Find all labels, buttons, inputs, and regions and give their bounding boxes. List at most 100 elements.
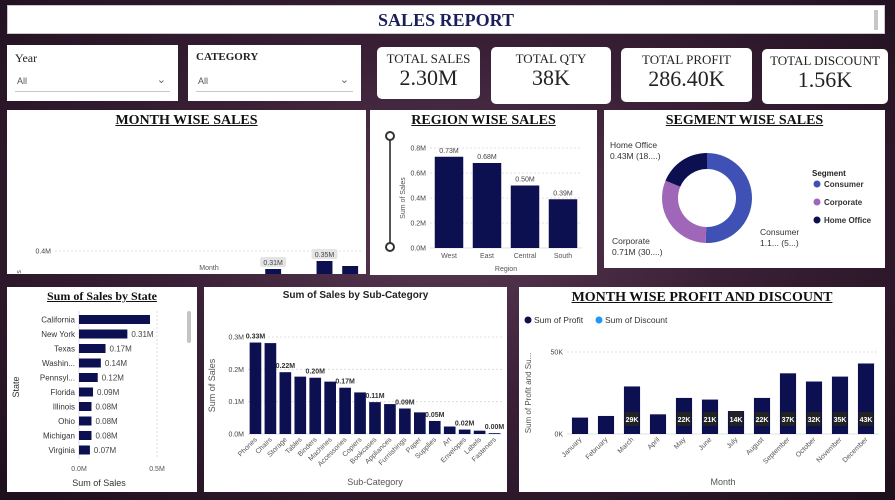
data-label: 0.08M <box>95 417 118 426</box>
y-tick-label: Pennsyl... <box>40 374 75 383</box>
data-label: 0.07M <box>94 446 117 455</box>
slice-label: Corporate <box>612 236 650 246</box>
data-label: 0.00M <box>485 424 505 431</box>
y-tick-label: 0.6M <box>410 171 426 178</box>
bar <box>79 329 128 339</box>
data-label: 0.14M <box>105 359 128 368</box>
data-label: 35K <box>834 417 847 424</box>
x-axis-label: Sum of Sales <box>72 478 126 488</box>
bar <box>316 261 333 274</box>
x-tick-label: August <box>745 436 765 456</box>
x-tick-label: June <box>698 436 714 452</box>
bar <box>369 402 381 434</box>
chevron-down-icon[interactable]: ⌄ <box>340 73 349 86</box>
data-label: 0.39M <box>553 190 573 197</box>
bar <box>79 387 94 397</box>
year-dropdown[interactable]: All ⌄ <box>15 71 170 92</box>
y-axis-label: Sum of Sales <box>400 177 407 219</box>
report-title-bar: SALES REPORT <box>7 5 885 34</box>
x-tick-label: November <box>816 436 844 464</box>
y-axis-label: Sum of Sales <box>207 358 217 412</box>
chevron-down-icon[interactable]: ⌄ <box>157 73 166 86</box>
data-label: 29K <box>626 417 639 424</box>
slice-label: Consumer <box>760 227 799 237</box>
x-tick-label: Central <box>514 253 537 260</box>
data-label: 0.17M <box>335 379 355 386</box>
data-label: 14K <box>730 417 743 424</box>
legend-item: Consumer <box>824 180 864 189</box>
y-tick-label: California <box>41 316 75 325</box>
x-tick-label: February <box>585 436 610 461</box>
segment-sales-card: SEGMENT WISE SALES Consumer 1.1... (5...)… <box>604 110 885 268</box>
kpi-value: 2.30M <box>399 65 458 90</box>
x-tick-label: March <box>617 436 636 455</box>
y-axis-label: Sum of Sales <box>16 270 23 274</box>
y-tick-label: Texas <box>54 345 75 354</box>
bar <box>473 430 486 434</box>
bar <box>79 315 150 324</box>
state-sales-card: Sum of Sales by State California New York… <box>7 287 197 492</box>
x-tick-label: December <box>842 436 870 464</box>
kpi-total-discount: TOTAL DISCOUNT 1.56K <box>762 49 888 104</box>
bar <box>354 392 366 434</box>
data-label: 22K <box>756 417 769 424</box>
data-label: 0.50M <box>515 177 535 184</box>
y-tick-label: 0.2M <box>228 367 244 374</box>
x-tick-label: South <box>554 253 572 260</box>
data-label: 0.31M <box>263 260 283 267</box>
legend-marker <box>595 316 603 324</box>
y-tick-label: Illinois <box>53 403 75 412</box>
y-tick-label: Ohio <box>58 417 75 426</box>
profit-discount-chart: 0K 50K January February 29K March April 22K May 2… <box>524 315 879 487</box>
donut-slice <box>662 180 707 243</box>
x-axis-label: Month <box>710 477 735 487</box>
y-tick-label: 0.2M <box>410 221 426 228</box>
slider-handle-bottom <box>385 242 395 252</box>
legend-marker <box>524 316 532 324</box>
region-sales-card: REGION WISE SALES 0.0M 0.2M 0.4M 0.6M 0.8M 0.… <box>370 110 597 275</box>
legend-item: Sum of Discount <box>605 315 668 325</box>
y-tick-label: 0.0M <box>228 432 244 439</box>
category-dropdown-value: All <box>198 76 209 86</box>
data-label: 0.09M <box>395 400 415 407</box>
bar <box>399 408 411 434</box>
x-axis-label: Month <box>199 265 219 272</box>
data-label: 0.08M <box>95 403 118 412</box>
bar <box>79 358 101 368</box>
slice-label: Home Office <box>610 140 657 150</box>
bar <box>79 431 92 440</box>
bar <box>339 387 351 434</box>
bar <box>472 163 502 248</box>
x-tick-label: 0.5M <box>149 466 165 473</box>
category-slicer[interactable]: CATEGORY All ⌄ <box>188 45 361 101</box>
bar <box>458 429 471 434</box>
data-label: 21K <box>704 417 717 424</box>
legend-item: Sum of Profit <box>534 315 584 325</box>
bar <box>623 386 641 434</box>
y-tick-label: New York <box>41 330 76 339</box>
bar <box>265 269 282 274</box>
kpi-total-profit: TOTAL PROFIT 286.40K <box>621 48 752 102</box>
kpi-value: 1.56K <box>797 67 853 92</box>
bar <box>805 381 823 434</box>
category-dropdown[interactable]: All ⌄ <box>196 71 353 92</box>
y-tick-label: Virginia <box>48 446 75 455</box>
bar <box>279 372 292 434</box>
bar <box>79 416 92 426</box>
kpi-value: 38K <box>532 65 570 90</box>
scrollbar[interactable] <box>874 10 878 30</box>
x-tick-label: May <box>673 436 688 451</box>
x-tick-label: July <box>726 436 740 450</box>
data-label: 0.12M <box>102 374 125 383</box>
bar <box>309 377 322 434</box>
y-tick-label: 0.4M <box>410 196 426 203</box>
data-label: 32K <box>808 417 821 424</box>
data-label: 0.02M <box>455 421 475 428</box>
subcategory-sales-card: Sum of Sales by Sub-Category 0.0M 0.1M 0.2… <box>204 287 507 492</box>
bar <box>428 420 441 434</box>
donut-slice <box>665 153 707 187</box>
x-tick-label: October <box>795 436 818 459</box>
year-slicer[interactable]: Year All ⌄ <box>7 45 178 101</box>
bar <box>79 402 92 411</box>
kpi-value: 286.40K <box>648 66 725 91</box>
